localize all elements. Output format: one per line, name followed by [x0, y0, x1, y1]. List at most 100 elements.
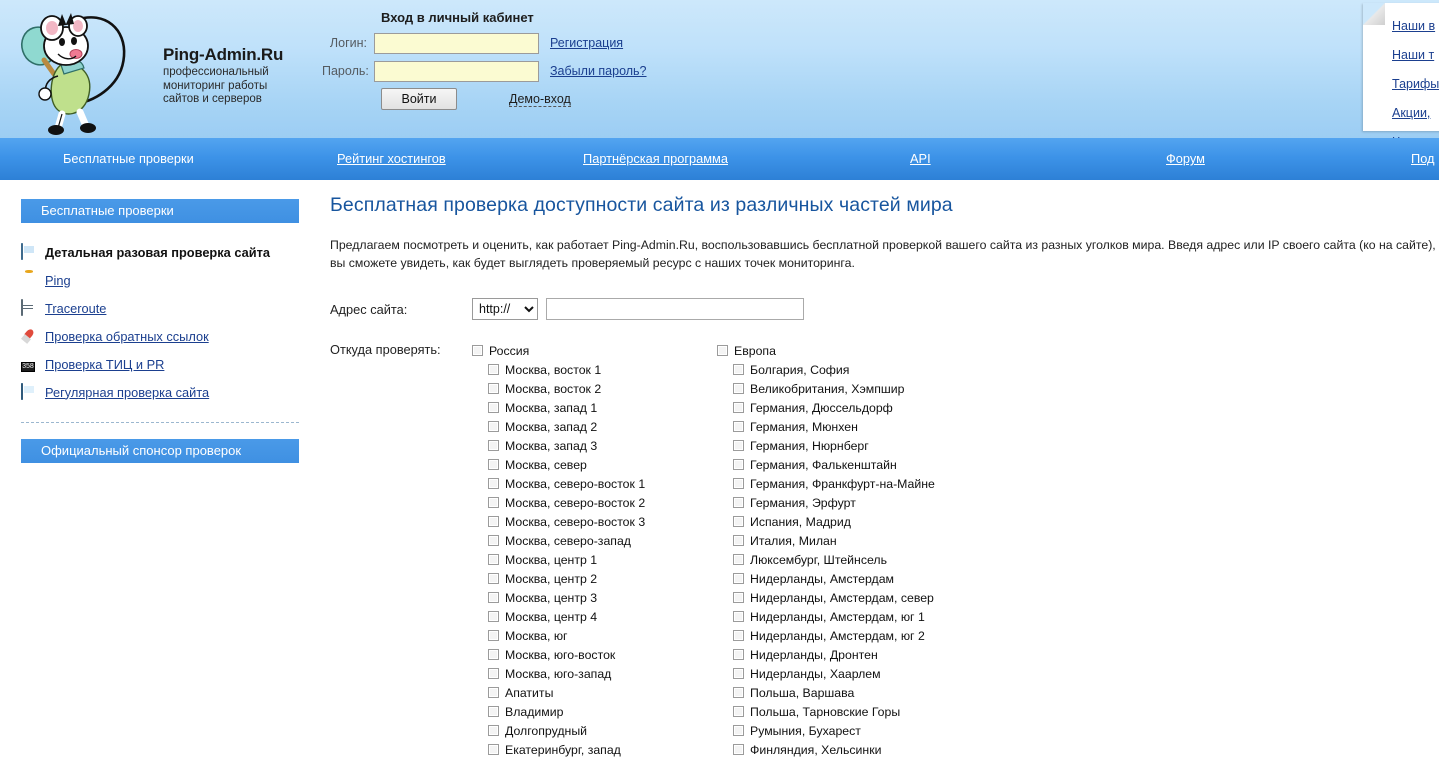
checkbox[interactable]	[733, 744, 744, 755]
forgot-password-link[interactable]: Забыли пароль?	[550, 64, 647, 78]
checkbox[interactable]	[488, 516, 499, 527]
location-item[interactable]: Москва, восток 1	[472, 360, 717, 379]
checkbox[interactable]	[733, 383, 744, 394]
nav-item-1[interactable]: Рейтинг хостингов	[337, 151, 446, 166]
login-submit-button[interactable]: Войти	[381, 88, 457, 110]
location-item[interactable]: Москва, запад 2	[472, 417, 717, 436]
sidebar-item-label[interactable]: Проверка обратных ссылок	[45, 329, 209, 344]
checkbox[interactable]	[488, 687, 499, 698]
checkbox[interactable]	[733, 535, 744, 546]
sidebar-item-label[interactable]: Traceroute	[45, 301, 106, 316]
location-item[interactable]: Нидерланды, Амстердам, юг 2	[717, 626, 962, 645]
sidebar-item-2[interactable]: Traceroute	[21, 294, 312, 322]
location-item[interactable]: Москва, центр 1	[472, 550, 717, 569]
location-item[interactable]: Германия, Франкфурт-на-Майне	[717, 474, 962, 493]
location-item[interactable]: Нидерланды, Дронтен	[717, 645, 962, 664]
checkbox[interactable]	[488, 402, 499, 413]
checkbox[interactable]	[488, 744, 499, 755]
sidebar-item-label[interactable]: Ping	[45, 273, 71, 288]
register-link[interactable]: Регистрация	[550, 36, 623, 50]
checkbox[interactable]	[488, 554, 499, 565]
location-item[interactable]: Москва, запад 3	[472, 436, 717, 455]
checkbox[interactable]	[717, 345, 728, 356]
checkbox[interactable]	[488, 440, 499, 451]
checkbox[interactable]	[488, 535, 499, 546]
checkbox[interactable]	[733, 440, 744, 451]
location-item[interactable]: Нидерланды, Хаарлем	[717, 664, 962, 683]
login-username-input[interactable]	[374, 33, 539, 54]
checkbox[interactable]	[488, 649, 499, 660]
location-group-header[interactable]: Россия	[472, 341, 717, 360]
checkbox[interactable]	[733, 706, 744, 717]
checkbox[interactable]	[488, 630, 499, 641]
location-item[interactable]: Апатиты	[472, 683, 717, 702]
location-item[interactable]: Москва, север	[472, 455, 717, 474]
checkbox[interactable]	[733, 725, 744, 736]
checkbox[interactable]	[488, 421, 499, 432]
checkbox[interactable]	[733, 687, 744, 698]
sidebar-item-label[interactable]: Регулярная проверка сайта	[45, 385, 209, 400]
nav-item-0[interactable]: Бесплатные проверки	[63, 151, 194, 166]
checkbox[interactable]	[733, 364, 744, 375]
checkbox[interactable]	[733, 630, 744, 641]
nav-item-4[interactable]: Форум	[1166, 151, 1205, 166]
location-item[interactable]: Москва, северо-восток 2	[472, 493, 717, 512]
checkbox[interactable]	[488, 459, 499, 470]
checkbox[interactable]	[488, 478, 499, 489]
location-item[interactable]: Москва, центр 2	[472, 569, 717, 588]
sidebar-item-label[interactable]: Проверка ТИЦ и PR	[45, 357, 164, 372]
location-item[interactable]: Москва, запад 1	[472, 398, 717, 417]
location-item[interactable]: Москва, северо-запад	[472, 531, 717, 550]
location-item[interactable]: Румыния, Бухарест	[717, 721, 962, 740]
checkbox[interactable]	[733, 611, 744, 622]
location-item[interactable]: Германия, Мюнхен	[717, 417, 962, 436]
location-item[interactable]: Нидерланды, Амстердам, юг 1	[717, 607, 962, 626]
location-item[interactable]: Москва, юго-запад	[472, 664, 717, 683]
checkbox[interactable]	[488, 611, 499, 622]
protocol-select[interactable]: http://https://	[472, 298, 538, 320]
promo-link-0[interactable]: Наши в	[1392, 12, 1439, 41]
location-item[interactable]: Москва, центр 3	[472, 588, 717, 607]
location-item[interactable]: Финляндия, Хельсинки	[717, 740, 962, 759]
checkbox[interactable]	[733, 516, 744, 527]
location-item[interactable]: Нидерланды, Амстердам, север	[717, 588, 962, 607]
location-item[interactable]: Москва, северо-восток 1	[472, 474, 717, 493]
checkbox[interactable]	[733, 402, 744, 413]
demo-login-link[interactable]: Демо-вход	[509, 92, 571, 107]
location-item[interactable]: Москва, юго-восток	[472, 645, 717, 664]
location-item[interactable]: Германия, Дюссельдорф	[717, 398, 962, 417]
location-item[interactable]: Долгопрудный	[472, 721, 717, 740]
sidebar-item-1[interactable]: Ping	[21, 266, 312, 294]
checkbox[interactable]	[733, 668, 744, 679]
checkbox[interactable]	[472, 345, 483, 356]
checkbox[interactable]	[488, 573, 499, 584]
promo-link-4[interactable]: Частые	[1392, 128, 1439, 138]
checkbox[interactable]	[733, 592, 744, 603]
checkbox[interactable]	[488, 592, 499, 603]
location-item[interactable]: Болгария, София	[717, 360, 962, 379]
location-item[interactable]: Германия, Эрфурт	[717, 493, 962, 512]
checkbox[interactable]	[733, 573, 744, 584]
checkbox[interactable]	[488, 706, 499, 717]
location-item[interactable]: Москва, северо-восток 3	[472, 512, 717, 531]
location-item[interactable]: Екатеринбург, запад	[472, 740, 717, 759]
nav-item-3[interactable]: API	[910, 151, 931, 166]
checkbox[interactable]	[488, 497, 499, 508]
location-item[interactable]: Польша, Варшава	[717, 683, 962, 702]
nav-item-2[interactable]: Партнёрская программа	[583, 151, 728, 166]
nav-item-5[interactable]: Под	[1411, 151, 1435, 166]
location-item[interactable]: Владимир	[472, 702, 717, 721]
checkbox[interactable]	[488, 383, 499, 394]
checkbox[interactable]	[733, 554, 744, 565]
logo-zone[interactable]: Ping-Admin.Ru профессиональный мониторин…	[0, 0, 330, 138]
location-item[interactable]: Польша, Тарновские Горы	[717, 702, 962, 721]
sidebar-item-4[interactable]: 358Проверка ТИЦ и PR	[21, 350, 312, 378]
promo-link-2[interactable]: Тарифы	[1392, 70, 1439, 99]
checkbox[interactable]	[733, 421, 744, 432]
checkbox[interactable]	[733, 649, 744, 660]
checkbox[interactable]	[488, 725, 499, 736]
checkbox[interactable]	[488, 364, 499, 375]
location-group-header[interactable]: Европа	[717, 341, 962, 360]
location-item[interactable]: Италия, Милан	[717, 531, 962, 550]
sidebar-item-5[interactable]: Регулярная проверка сайта	[21, 378, 312, 406]
